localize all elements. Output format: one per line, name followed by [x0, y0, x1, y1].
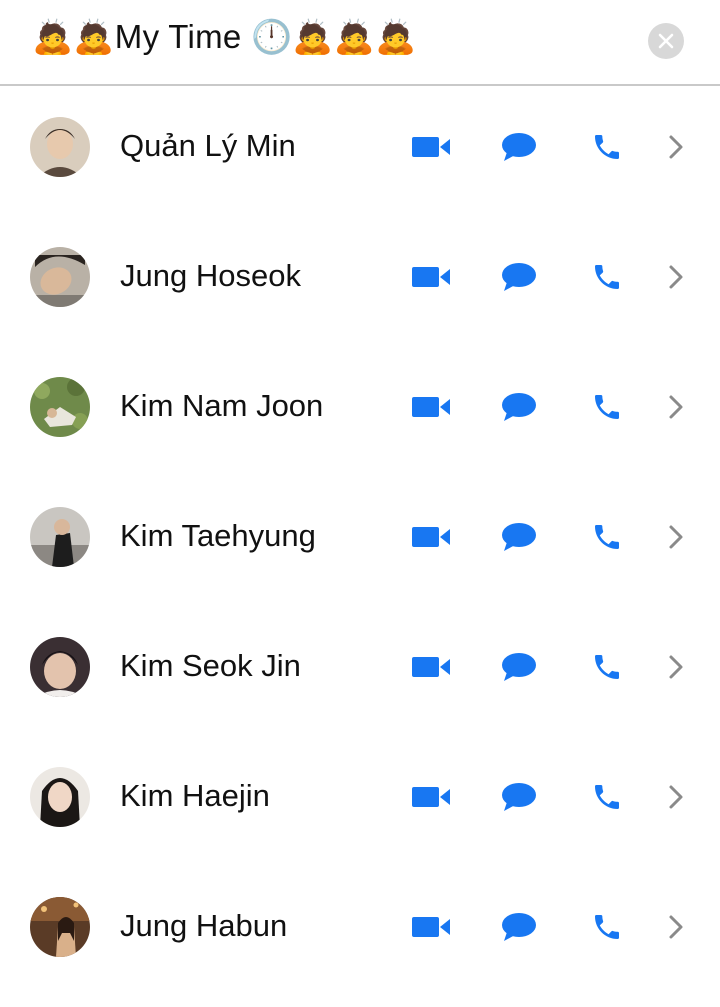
- message-button[interactable]: [499, 387, 539, 427]
- row-chevron-button[interactable]: [656, 647, 696, 687]
- contact-name: Jung Hoseok: [120, 258, 301, 293]
- phone-icon: [595, 785, 619, 809]
- contact-name: Quản Lý Min: [120, 128, 296, 163]
- chevron-right-icon: [669, 655, 683, 679]
- video-call-button[interactable]: [411, 127, 451, 167]
- chat-bubble-icon: [502, 523, 536, 551]
- chat-bubble-icon: [502, 783, 536, 811]
- close-button[interactable]: [648, 23, 684, 59]
- chevron-right-icon: [669, 135, 683, 159]
- chat-bubble-icon: [502, 393, 536, 421]
- video-camera-icon: [412, 137, 450, 157]
- phone-call-button[interactable]: [587, 517, 627, 557]
- contact-name: Jung Habun: [120, 908, 288, 943]
- chat-bubble-icon: [502, 913, 536, 941]
- video-call-button[interactable]: [411, 647, 451, 687]
- phone-call-button[interactable]: [587, 387, 627, 427]
- page-title: 🙇🙇My Time 🕛🙇🙇🙇: [32, 18, 417, 55]
- chat-bubble-icon: [502, 653, 536, 681]
- contact-name: Kim Seok Jin: [120, 648, 301, 683]
- avatar: [30, 637, 90, 697]
- avatar: [30, 507, 90, 567]
- contact-list: Quản Lý Min Jung Hoseok Kim Nam Joon Kim…: [0, 86, 720, 996]
- row-chevron-button[interactable]: [656, 387, 696, 427]
- avatar: [30, 767, 90, 827]
- phone-icon: [595, 655, 619, 679]
- contact-name: Kim Haejin: [120, 778, 270, 813]
- row-chevron-button[interactable]: [656, 777, 696, 817]
- avatar: [30, 117, 90, 177]
- video-camera-icon: [412, 657, 450, 677]
- message-button[interactable]: [499, 127, 539, 167]
- contact-row[interactable]: Kim Taehyung: [0, 476, 720, 606]
- contact-row[interactable]: Kim Seok Jin: [0, 606, 720, 736]
- video-camera-icon: [412, 787, 450, 807]
- row-chevron-button[interactable]: [656, 257, 696, 297]
- row-chevron-button[interactable]: [656, 517, 696, 557]
- contact-row[interactable]: Kim Nam Joon: [0, 346, 720, 476]
- phone-call-button[interactable]: [587, 127, 627, 167]
- video-call-button[interactable]: [411, 517, 451, 557]
- chat-bubble-icon: [502, 263, 536, 291]
- avatar: [30, 247, 90, 307]
- video-camera-icon: [412, 527, 450, 547]
- message-button[interactable]: [499, 907, 539, 947]
- avatar: [30, 897, 90, 957]
- contact-name: Kim Nam Joon: [120, 388, 324, 423]
- chevron-right-icon: [669, 395, 683, 419]
- contact-row[interactable]: Kim Haejin: [0, 736, 720, 866]
- close-icon: [658, 33, 674, 49]
- phone-call-button[interactable]: [587, 907, 627, 947]
- phone-icon: [595, 915, 619, 939]
- phone-call-button[interactable]: [587, 777, 627, 817]
- chevron-right-icon: [669, 785, 683, 809]
- contact-row[interactable]: Jung Habun: [0, 866, 720, 996]
- video-camera-icon: [412, 267, 450, 287]
- phone-call-button[interactable]: [587, 647, 627, 687]
- chevron-right-icon: [669, 915, 683, 939]
- message-button[interactable]: [499, 257, 539, 297]
- chat-bubble-icon: [502, 133, 536, 161]
- video-call-button[interactable]: [411, 907, 451, 947]
- video-call-button[interactable]: [411, 387, 451, 427]
- avatar: [30, 377, 90, 437]
- video-camera-icon: [412, 917, 450, 937]
- phone-call-button[interactable]: [587, 257, 627, 297]
- video-call-button[interactable]: [411, 777, 451, 817]
- header: 🙇🙇My Time 🕛🙇🙇🙇: [0, 0, 720, 86]
- contact-row[interactable]: Quản Lý Min: [0, 86, 720, 216]
- video-camera-icon: [412, 397, 450, 417]
- contact-row[interactable]: Jung Hoseok: [0, 216, 720, 346]
- phone-icon: [595, 395, 619, 419]
- row-chevron-button[interactable]: [656, 907, 696, 947]
- chevron-right-icon: [669, 265, 683, 289]
- row-chevron-button[interactable]: [656, 127, 696, 167]
- message-button[interactable]: [499, 647, 539, 687]
- video-call-button[interactable]: [411, 257, 451, 297]
- phone-icon: [595, 265, 619, 289]
- chevron-right-icon: [669, 525, 683, 549]
- phone-icon: [595, 525, 619, 549]
- message-button[interactable]: [499, 777, 539, 817]
- phone-icon: [595, 135, 619, 159]
- message-button[interactable]: [499, 517, 539, 557]
- contact-name: Kim Taehyung: [120, 518, 316, 553]
